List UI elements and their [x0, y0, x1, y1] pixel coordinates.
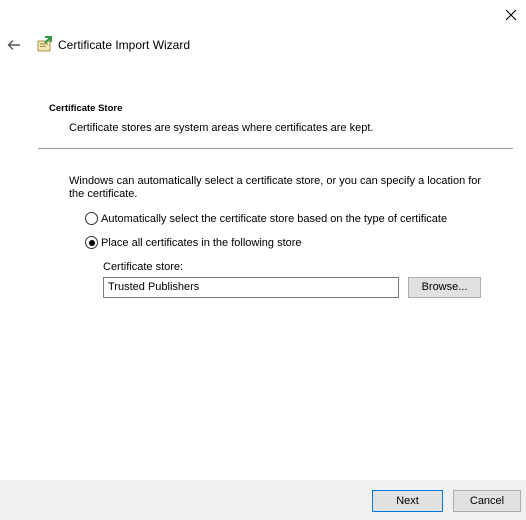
- radio-auto-select[interactable]: Automatically select the certificate sto…: [85, 212, 447, 225]
- wizard-title: Certificate Import Wizard: [58, 38, 191, 52]
- certificate-store-field[interactable]: Trusted Publishers: [103, 277, 399, 298]
- certificate-store-label: Certificate store:: [103, 261, 184, 273]
- close-icon: [505, 9, 517, 21]
- back-arrow-icon: [7, 40, 20, 50]
- radio-label: Place all certificates in the following …: [101, 236, 302, 249]
- divider: [38, 148, 513, 149]
- certificate-icon: [37, 36, 52, 52]
- cancel-button[interactable]: Cancel: [453, 490, 521, 512]
- radio-place-in-store[interactable]: Place all certificates in the following …: [85, 236, 302, 249]
- browse-button[interactable]: Browse...: [408, 277, 481, 298]
- radio-button[interactable]: [85, 212, 98, 225]
- intro-text: Windows can automatically select a certi…: [69, 175, 482, 200]
- next-button[interactable]: Next: [372, 490, 443, 512]
- close-button[interactable]: [496, 0, 526, 30]
- back-button[interactable]: [4, 36, 24, 54]
- footer: Next Cancel: [0, 480, 526, 520]
- radio-label: Automatically select the certificate sto…: [101, 212, 448, 225]
- section-title: Certificate Store: [49, 103, 123, 114]
- wizard-header: Certificate Import Wizard: [0, 30, 526, 60]
- section-description: Certificate stores are system areas wher…: [69, 122, 374, 134]
- radio-button[interactable]: [85, 236, 98, 249]
